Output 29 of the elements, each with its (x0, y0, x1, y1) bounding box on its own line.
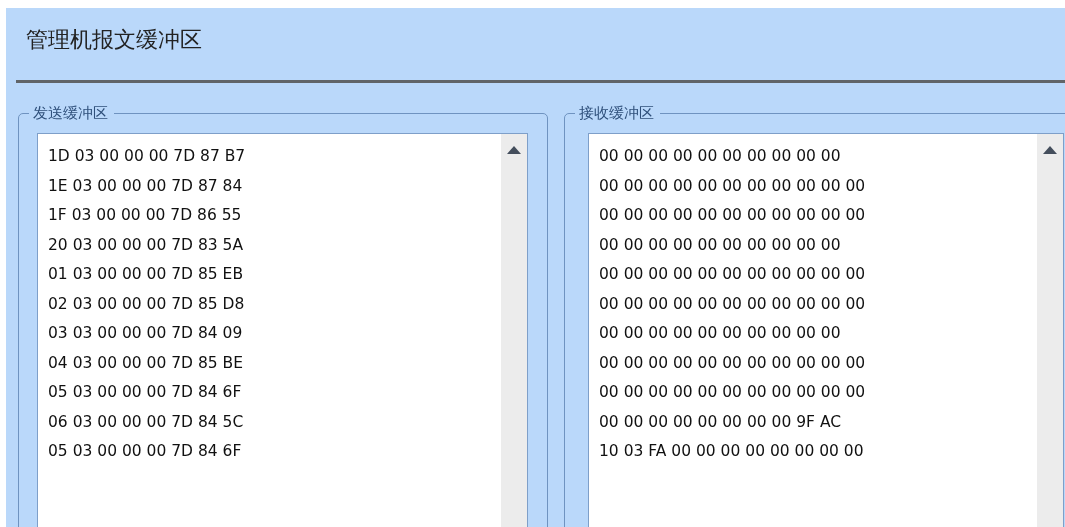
scroll-up-icon[interactable] (507, 146, 521, 154)
hex-line: 1D 03 00 00 00 7D 87 B7 (48, 146, 247, 167)
scrollbar[interactable] (1037, 134, 1063, 527)
hex-line: 00 00 00 00 00 00 00 00 00 00 (599, 234, 842, 256)
hex-line: 1E 03 00 00 00 7D 87 84 (48, 175, 244, 197)
hex-line: 05 03 00 00 00 7D 84 6F (48, 382, 243, 403)
hex-line: 00 00 00 00 00 00 00 00 00 00 00 (599, 382, 867, 403)
hex-line: 00 00 00 00 00 00 00 00 00 00 00 (599, 205, 867, 226)
hex-line: 00 00 00 00 00 00 00 00 00 00 (599, 323, 842, 344)
hex-line: 03 03 00 00 00 7D 84 09 (48, 323, 244, 344)
hex-line: 01 03 00 00 00 7D 85 EB (48, 264, 245, 285)
hex-line: 00 00 00 00 00 00 00 00 00 00 00 (599, 352, 867, 374)
scrollbar[interactable] (501, 134, 527, 527)
group-label: 接收缓冲区 (575, 103, 660, 123)
hex-line: 04 03 00 00 00 7D 85 BE (48, 352, 245, 374)
hex-line: 00 00 00 00 00 00 00 00 00 00 00 (599, 175, 867, 197)
panel-title: 管理机报文缓冲区 (25, 26, 203, 54)
hex-line: 00 00 00 00 00 00 00 00 00 00 00 (599, 293, 867, 315)
scroll-up-icon[interactable] (1043, 146, 1057, 154)
group-label: 发送缓冲区 (29, 103, 114, 123)
hex-line: 00 00 00 00 00 00 00 00 00 00 00 (599, 264, 867, 285)
hex-line: 06 03 00 00 00 7D 84 5C (48, 411, 245, 433)
hex-line: 00 00 00 00 00 00 00 00 00 00 (599, 146, 842, 167)
hex-line: 05 03 00 00 00 7D 84 6F (48, 441, 243, 462)
hex-line: 02 03 00 00 00 7D 85 D8 (48, 293, 246, 315)
hex-line: 1F 03 00 00 00 7D 86 55 (48, 205, 243, 226)
hex-line: 20 03 00 00 00 7D 83 5A (48, 234, 245, 256)
hex-line: 10 03 FA 00 00 00 00 00 00 00 00 (599, 441, 865, 462)
hex-line: 00 00 00 00 00 00 00 00 9F AC (599, 411, 843, 433)
